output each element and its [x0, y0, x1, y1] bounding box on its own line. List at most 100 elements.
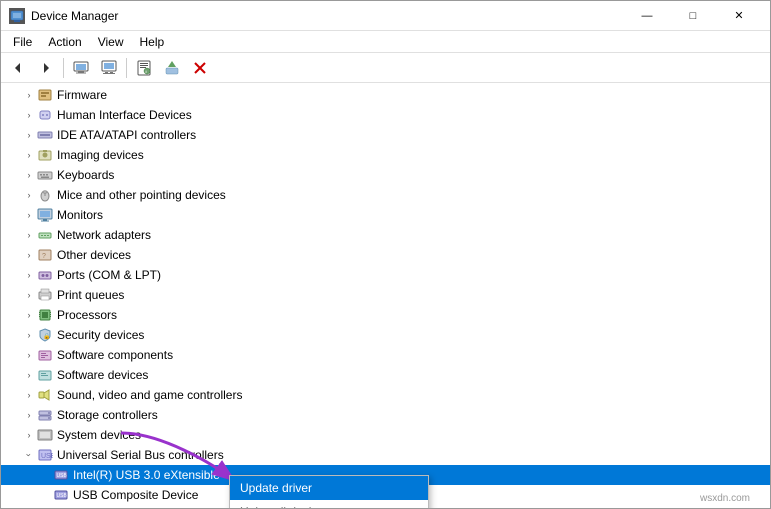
expand-processors[interactable]: › [21, 307, 37, 323]
expand-mice[interactable]: › [21, 187, 37, 203]
software-components-icon [37, 347, 53, 363]
tree-item-sound[interactable]: › Sound, video and game controllers [1, 385, 770, 405]
tree-item-ide[interactable]: › IDE ATA/ATAPI controllers [1, 125, 770, 145]
expand-monitors[interactable]: › [21, 207, 37, 223]
menu-help[interactable]: Help [132, 31, 173, 52]
network-icon [37, 227, 53, 243]
expand-security[interactable]: › [21, 327, 37, 343]
menu-action[interactable]: Action [40, 31, 89, 52]
software-devices-icon [37, 367, 53, 383]
expand-print[interactable]: › [21, 287, 37, 303]
expand-system[interactable]: › [21, 427, 37, 443]
tree-item-system[interactable]: › System devices [1, 425, 770, 445]
context-menu-update-driver[interactable]: Update driver [230, 476, 428, 500]
menu-view[interactable]: View [90, 31, 132, 52]
close-button[interactable]: ✕ [716, 1, 762, 31]
usb-composite-2-icon: USB [53, 507, 69, 508]
tree-item-network[interactable]: › Network adapters [1, 225, 770, 245]
imaging-icon [37, 147, 53, 163]
keyboards-label: Keyboards [57, 168, 114, 182]
svg-text:USB: USB [41, 453, 53, 460]
storage-icon [37, 407, 53, 423]
back-button[interactable] [5, 56, 31, 80]
print-icon [37, 287, 53, 303]
refresh-button[interactable] [96, 56, 122, 80]
tree-item-storage[interactable]: › Storage controllers [1, 405, 770, 425]
expand-hid[interactable]: › [21, 107, 37, 123]
security-label: Security devices [57, 328, 144, 342]
properties-button[interactable]: i [131, 56, 157, 80]
intel-usb-label: Intel(R) USB 3.0 eXtensible [73, 468, 220, 482]
menu-bar: File Action View Help [1, 31, 770, 53]
update-driver-toolbar-button[interactable] [159, 56, 185, 80]
tree-item-firmware[interactable]: › Firmware [1, 85, 770, 105]
expand-firmware[interactable]: › [21, 87, 37, 103]
tree-item-ports[interactable]: › Ports (COM & LPT) [1, 265, 770, 285]
tree-item-usb[interactable]: › USB Universal Serial Bus controllers [1, 445, 770, 465]
tree-item-monitors[interactable]: › Monitors [1, 205, 770, 225]
expand-software-devices[interactable]: › [21, 367, 37, 383]
svg-text:USB: USB [57, 473, 68, 479]
usb-label: Universal Serial Bus controllers [57, 448, 224, 462]
tree-item-mice[interactable]: › Mice and other pointing devices [1, 185, 770, 205]
svg-text:USB: USB [57, 493, 68, 499]
tree-item-security[interactable]: › 🔒 Security devices [1, 325, 770, 345]
storage-label: Storage controllers [57, 408, 158, 422]
hid-label: Human Interface Devices [57, 108, 192, 122]
usb-composite-1-label: USB Composite Device [73, 488, 198, 502]
expand-ports[interactable]: › [21, 267, 37, 283]
expand-software-components[interactable]: › [21, 347, 37, 363]
expand-intel-usb[interactable] [37, 467, 53, 483]
tree-item-software-components[interactable]: › Software components [1, 345, 770, 365]
tree-item-processors[interactable]: › Processors [1, 305, 770, 325]
expand-sound[interactable]: › [21, 387, 37, 403]
menu-file[interactable]: File [5, 31, 40, 52]
content-area: › Firmware › Human Interface Devices › I… [1, 83, 770, 508]
firmware-icon [37, 87, 53, 103]
tree-item-other[interactable]: › ? Other devices [1, 245, 770, 265]
expand-ide[interactable]: › [21, 127, 37, 143]
firmware-label: Firmware [57, 88, 107, 102]
ide-icon [37, 127, 53, 143]
app-icon [9, 8, 25, 24]
device-tree[interactable]: › Firmware › Human Interface Devices › I… [1, 83, 770, 508]
window-controls: — □ ✕ [624, 1, 762, 31]
tree-item-software-devices[interactable]: › Software devices [1, 365, 770, 385]
expand-usb-composite-2[interactable] [37, 507, 53, 508]
forward-button[interactable] [33, 56, 59, 80]
toolbar: i [1, 53, 770, 83]
expand-usb[interactable]: › [21, 447, 37, 463]
imaging-label: Imaging devices [57, 148, 144, 162]
expand-keyboards[interactable]: › [21, 167, 37, 183]
tree-item-imaging[interactable]: › Imaging devices [1, 145, 770, 165]
mice-icon [37, 187, 53, 203]
title-bar: Device Manager — □ ✕ [1, 1, 770, 31]
svg-text:🔒: 🔒 [43, 332, 50, 340]
toolbar-separator-2 [126, 58, 127, 78]
monitors-icon [37, 207, 53, 223]
expand-other[interactable]: › [21, 247, 37, 263]
expand-network[interactable]: › [21, 227, 37, 243]
computer-button[interactable] [68, 56, 94, 80]
expand-usb-composite-1[interactable] [37, 487, 53, 503]
print-label: Print queues [57, 288, 124, 302]
context-menu-uninstall[interactable]: Uninstall device [230, 500, 428, 508]
expand-imaging[interactable]: › [21, 147, 37, 163]
intel-usb-icon: USB [53, 467, 69, 483]
tree-item-hid[interactable]: › Human Interface Devices [1, 105, 770, 125]
usb-composite-1-icon: USB [53, 487, 69, 503]
software-components-label: Software components [57, 348, 173, 362]
other-icon: ? [37, 247, 53, 263]
maximize-button[interactable]: □ [670, 1, 716, 31]
minimize-button[interactable]: — [624, 1, 670, 31]
processors-icon [37, 307, 53, 323]
tree-item-keyboards[interactable]: › Keyboards [1, 165, 770, 185]
monitors-label: Monitors [57, 208, 103, 222]
ports-label: Ports (COM & LPT) [57, 268, 161, 282]
uninstall-button[interactable] [187, 56, 213, 80]
system-icon [37, 427, 53, 443]
other-label: Other devices [57, 248, 131, 262]
tree-item-print[interactable]: › Print queues [1, 285, 770, 305]
expand-storage[interactable]: › [21, 407, 37, 423]
ports-icon [37, 267, 53, 283]
